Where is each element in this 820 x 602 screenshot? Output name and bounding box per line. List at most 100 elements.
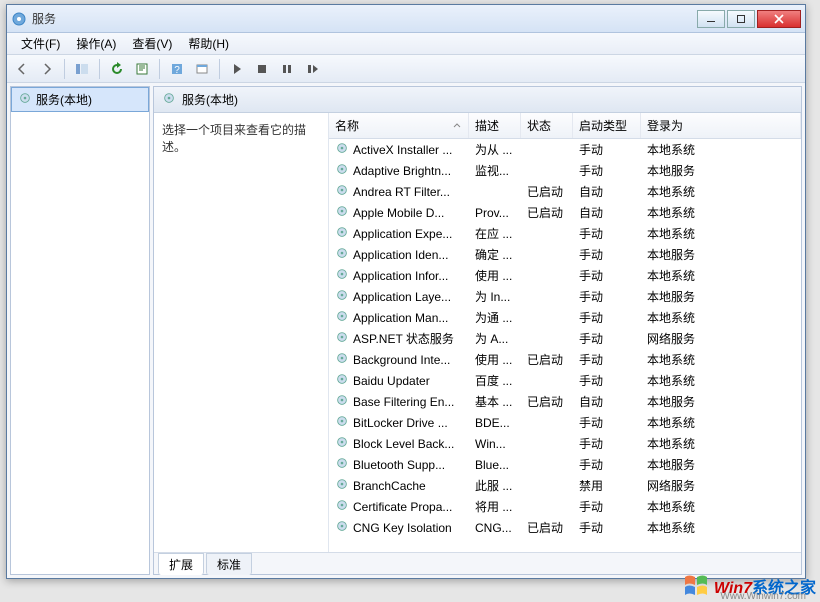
table-row[interactable]: ASP.NET 状态服务为 A...手动网络服务 [329,328,801,349]
description-pane: 选择一个项目来查看它的描述。 [154,113,329,552]
table-row[interactable]: BitLocker Drive ...BDE...手动本地系统 [329,412,801,433]
cell-logon: 本地服务 [641,393,801,410]
services-window: 服务 文件(F) 操作(A) 查看(V) 帮助(H) ? [6,4,806,579]
export-button[interactable] [131,58,153,80]
table-row[interactable]: ActiveX Installer ...为从 ...手动本地系统 [329,139,801,160]
cell-startup: 禁用 [573,477,641,494]
cell-desc: 为通 ... [469,309,521,326]
tab-standard[interactable]: 标准 [206,553,252,575]
table-row[interactable]: Application Man...为通 ... 手动本地系统 [329,307,801,328]
table-row[interactable]: Andrea RT Filter...已启动自动本地系统 [329,181,801,202]
menubar: 文件(F) 操作(A) 查看(V) 帮助(H) [7,33,805,55]
cell-logon: 本地系统 [641,498,801,515]
cell-logon: 网络服务 [641,477,801,494]
show-hide-tree-button[interactable] [71,58,93,80]
table-row[interactable]: CNG Key IsolationCNG...已启动手动本地系统 [329,517,801,538]
cell-name: CNG Key Isolation [329,519,469,536]
cell-name: Block Level Back... [329,435,469,452]
table-row[interactable]: Block Level Back...Win...手动本地系统 [329,433,801,454]
titlebar[interactable]: 服务 [7,5,805,33]
cell-logon: 本地系统 [641,372,801,389]
gear-icon [162,91,176,108]
cell-startup: 手动 [573,288,641,305]
table-row[interactable]: Baidu Updater百度 ...手动本地系统 [329,370,801,391]
cell-startup: 手动 [573,309,641,326]
column-header-name[interactable]: 名称 [329,113,469,138]
nav-forward-button[interactable] [36,58,58,80]
description-hint: 选择一个项目来查看它的描述。 [162,121,320,155]
gear-icon [335,267,349,284]
menu-help[interactable]: 帮助(H) [180,33,237,54]
cell-desc: 监视... [469,162,521,179]
cell-desc: 在应 ... [469,225,521,242]
column-header-logon[interactable]: 登录为 [641,113,801,138]
table-row[interactable]: Certificate Propa...将用 ...手动本地系统 [329,496,801,517]
cell-status: 已启动 [521,183,573,200]
table-row[interactable]: Application Iden...确定 ...手动本地服务 [329,244,801,265]
window-title: 服务 [32,10,697,27]
cell-status: 已启动 [521,204,573,221]
cell-logon: 本地系统 [641,225,801,242]
menu-view[interactable]: 查看(V) [124,33,180,54]
cell-startup: 手动 [573,351,641,368]
cell-status: 已启动 [521,519,573,536]
toolbar-separator [219,59,220,79]
tab-extended[interactable]: 扩展 [158,553,204,575]
toolbar-separator [99,59,100,79]
maximize-button[interactable] [727,10,755,28]
right-body: 选择一个项目来查看它的描述。 名称 描述 状态 启动类型 登录为 ActiveX… [154,113,801,552]
cell-name: Adaptive Brightn... [329,162,469,179]
pause-service-button[interactable] [276,58,298,80]
table-row[interactable]: Adaptive Brightn...监视... 手动本地服务 [329,160,801,181]
cell-logon: 网络服务 [641,330,801,347]
cell-name: Application Infor... [329,267,469,284]
close-button[interactable] [757,10,801,28]
gear-icon [335,351,349,368]
gear-icon [335,435,349,452]
cell-name: Application Laye... [329,288,469,305]
cell-name: Application Man... [329,309,469,326]
cell-startup: 手动 [573,162,641,179]
cell-startup: 手动 [573,267,641,284]
cell-name: Application Iden... [329,246,469,263]
services-list[interactable]: 名称 描述 状态 启动类型 登录为 ActiveX Installer ...为… [329,113,801,552]
cell-name: ActiveX Installer ... [329,141,469,158]
table-row[interactable]: Apple Mobile D...Prov...已启动自动本地系统 [329,202,801,223]
cell-name: Apple Mobile D... [329,204,469,221]
cell-logon: 本地系统 [641,519,801,536]
table-row[interactable]: Bluetooth Supp...Blue...手动本地服务 [329,454,801,475]
table-row[interactable]: Application Infor...使用 ...手动本地系统 [329,265,801,286]
nav-back-button[interactable] [11,58,33,80]
menu-file[interactable]: 文件(F) [13,33,68,54]
cell-desc: 百度 ... [469,372,521,389]
table-row[interactable]: Application Expe...在应 ...手动本地系统 [329,223,801,244]
cell-startup: 手动 [573,246,641,263]
column-header-status[interactable]: 状态 [521,113,573,138]
menu-action[interactable]: 操作(A) [68,33,124,54]
table-row[interactable]: Application Laye...为 In...手动本地服务 [329,286,801,307]
column-header-desc[interactable]: 描述 [469,113,521,138]
minimize-button[interactable] [697,10,725,28]
cell-logon: 本地系统 [641,309,801,326]
cell-desc: 使用 ... [469,267,521,284]
cell-desc: Win... [469,437,521,451]
cell-startup: 手动 [573,225,641,242]
table-row[interactable]: Base Filtering En...基本 ...已启动自动本地服务 [329,391,801,412]
help-button[interactable]: ? [166,58,188,80]
properties-button[interactable] [191,58,213,80]
cell-logon: 本地服务 [641,456,801,473]
cell-desc: 此服 ... [469,477,521,494]
table-row[interactable]: Background Inte...使用 ...已启动手动本地系统 [329,349,801,370]
cell-name: BitLocker Drive ... [329,414,469,431]
cell-logon: 本地服务 [641,162,801,179]
gear-icon [335,330,349,347]
refresh-button[interactable] [106,58,128,80]
tree-item-services-local[interactable]: 服务(本地) [11,87,149,112]
tree-pane[interactable]: 服务(本地) [10,86,150,575]
stop-service-button[interactable] [251,58,273,80]
cell-name: ASP.NET 状态服务 [329,330,469,347]
start-service-button[interactable] [226,58,248,80]
restart-service-button[interactable] [301,58,323,80]
table-row[interactable]: BranchCache此服 ...禁用网络服务 [329,475,801,496]
column-header-startup[interactable]: 启动类型 [573,113,641,138]
